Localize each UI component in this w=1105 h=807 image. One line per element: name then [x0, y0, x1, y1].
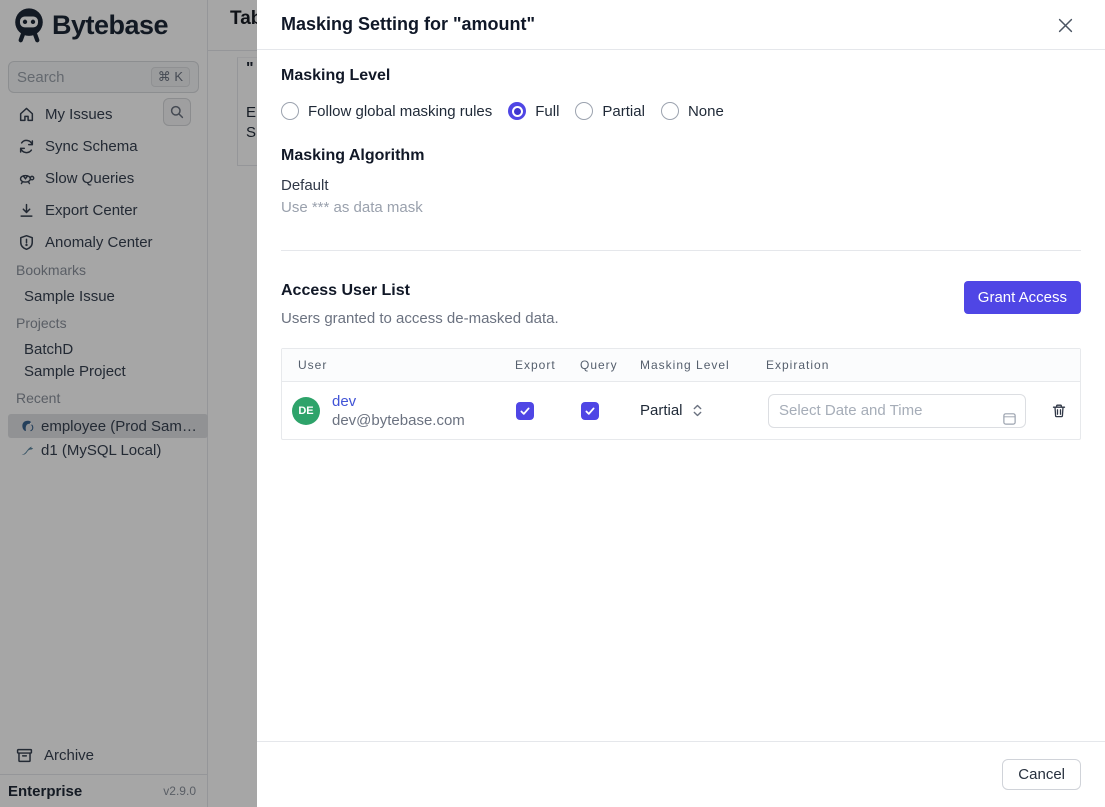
radio-label: Partial — [602, 102, 645, 120]
radio-circle-icon — [575, 102, 594, 120]
access-user-list-header: Access User List Users granted to access… — [281, 281, 1081, 327]
masking-level-value: Partial — [640, 402, 683, 419]
expiration-date-input[interactable] — [768, 393, 1026, 428]
query-checkbox[interactable] — [581, 401, 599, 420]
user-cell: DE dev dev@bytebase.com — [282, 392, 515, 430]
access-user-list-heading: Access User List — [281, 282, 410, 299]
radio-partial[interactable]: Partial — [575, 102, 645, 120]
radio-none[interactable]: None — [660, 102, 724, 120]
close-button[interactable] — [1053, 13, 1077, 37]
table-header-row: User Export Query Masking Level Expirati… — [282, 349, 1080, 382]
export-checkbox[interactable] — [516, 401, 534, 420]
cancel-button[interactable]: Cancel — [1002, 759, 1081, 790]
close-icon — [1058, 18, 1073, 33]
access-user-list-subtitle: Users granted to access de-masked data. — [281, 310, 559, 327]
check-icon — [519, 405, 531, 417]
masking-level-select[interactable]: Partial — [640, 402, 766, 419]
masking-level-heading: Masking Level — [281, 67, 391, 84]
avatar: DE — [292, 396, 320, 425]
delete-user-button[interactable] — [1051, 403, 1067, 419]
table-row: DE dev dev@bytebase.com Partial Select D… — [282, 382, 1080, 439]
radio-circle-icon — [660, 102, 679, 120]
algorithm-description: Use *** as data mask — [281, 199, 423, 216]
grant-access-button[interactable]: Grant Access — [963, 281, 1081, 314]
radio-label: Full — [535, 102, 560, 120]
masking-algorithm-heading: Masking Algorithm — [281, 147, 425, 164]
radio-circle-icon — [281, 102, 299, 120]
algorithm-name: Default — [281, 177, 329, 194]
radio-full[interactable]: Full — [508, 102, 559, 120]
radio-label: None — [687, 102, 724, 120]
radio-circle-selected-icon — [508, 102, 527, 120]
column-header-user: User — [298, 358, 328, 372]
masking-setting-modal: Masking Setting for "amount" Masking Lev… — [257, 0, 1105, 807]
radio-follow-global[interactable]: Follow global masking rules — [281, 102, 492, 120]
user-name-link[interactable]: dev — [332, 392, 465, 411]
user-email: dev@bytebase.com — [332, 411, 465, 429]
check-icon — [584, 405, 596, 417]
app-root: Bytebase ⌘ K My Issues — [0, 0, 1105, 807]
masking-level-radio-group: Follow global masking rules Full Partial… — [281, 102, 1081, 120]
export-cell — [515, 401, 580, 420]
calendar-icon — [1002, 411, 1017, 426]
modal-body: Masking Level Follow global masking rule… — [257, 50, 1105, 440]
column-header-query: Query — [580, 358, 618, 372]
trash-icon — [1051, 403, 1067, 419]
actions-cell — [1042, 403, 1080, 419]
modal-footer: Cancel — [257, 741, 1105, 807]
radio-label: Follow global masking rules — [308, 102, 493, 120]
access-user-table: User Export Query Masking Level Expirati… — [281, 348, 1081, 440]
column-header-masking-level: Masking Level — [640, 358, 730, 372]
section-divider — [281, 250, 1081, 251]
column-header-export: Export — [515, 358, 556, 372]
masking-level-cell: Partial — [640, 402, 766, 419]
column-header-expiration: Expiration — [766, 358, 830, 372]
expiration-cell — [766, 393, 1042, 428]
chevron-updown-icon — [692, 403, 703, 418]
modal-title: Masking Setting for "amount" — [281, 14, 536, 34]
query-cell — [580, 401, 640, 420]
modal-header: Masking Setting for "amount" — [257, 0, 1105, 50]
